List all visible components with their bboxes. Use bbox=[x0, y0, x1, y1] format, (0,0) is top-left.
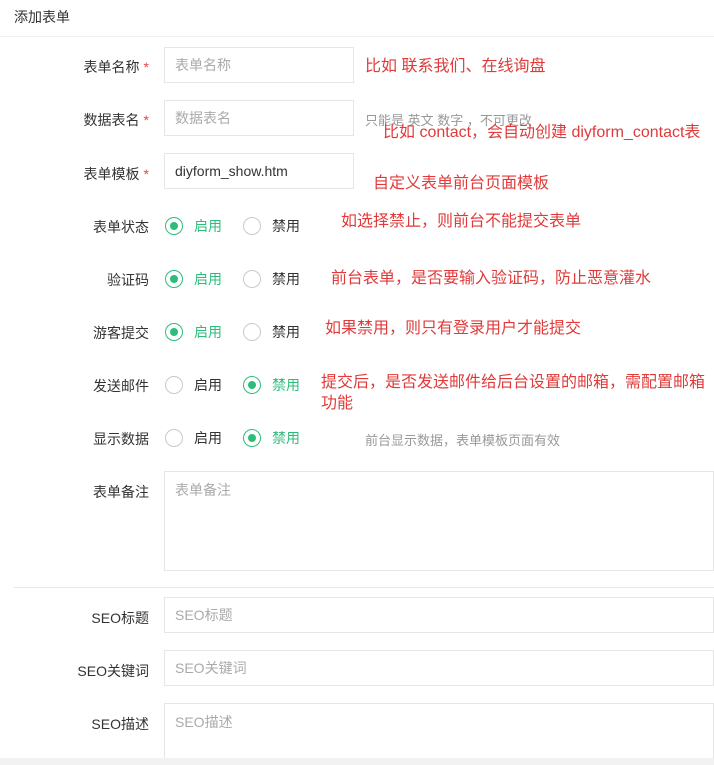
show-data-enable-radio[interactable]: 启用 bbox=[165, 428, 222, 448]
show-data-label: 显示数据 bbox=[93, 431, 149, 447]
table-name-input[interactable] bbox=[164, 100, 354, 136]
guest-submit-label: 游客提交 bbox=[93, 325, 149, 341]
seo-keywords-label: SEO关键词 bbox=[77, 663, 149, 679]
remark-textarea[interactable] bbox=[164, 471, 714, 571]
guest-submit-disable-radio[interactable]: 禁用 bbox=[243, 322, 300, 342]
radio-circle bbox=[165, 270, 183, 288]
template-label: 表单模板 * bbox=[83, 166, 149, 182]
radio-circle bbox=[243, 376, 261, 394]
send-mail-label: 发送邮件 bbox=[93, 378, 149, 394]
remark-label: 表单备注 bbox=[93, 484, 149, 500]
form-name-label: 表单名称 * bbox=[83, 59, 149, 75]
send-mail-enable-radio[interactable]: 启用 bbox=[165, 375, 222, 395]
annotation-form-name: 比如 联系我们、在线询盘 bbox=[365, 58, 546, 75]
table-name-label: 数据表名 * bbox=[83, 112, 149, 128]
radio-circle bbox=[243, 429, 261, 447]
seo-description-textarea[interactable] bbox=[164, 703, 714, 763]
radio-circle bbox=[165, 376, 183, 394]
template-input[interactable] bbox=[164, 153, 354, 189]
radio-circle bbox=[243, 270, 261, 288]
show-data-hint: 前台显示数据，表单模板页面有效 bbox=[365, 433, 561, 448]
header-bar: 添加表单 bbox=[0, 0, 714, 37]
show-data-disable-radio[interactable]: 禁用 bbox=[243, 428, 300, 448]
captcha-disable-radio[interactable]: 禁用 bbox=[243, 269, 300, 289]
status-label: 表单状态 bbox=[93, 219, 149, 235]
annotation-guest-submit: 如果禁用，则只有登录用户才能提交 bbox=[325, 320, 582, 337]
page-title: 添加表单 bbox=[14, 9, 70, 25]
annotation-table-name: 比如 contact，会自动创建 diyform_contact表 bbox=[383, 124, 701, 141]
bottom-bar bbox=[0, 758, 714, 765]
seo-title-input[interactable] bbox=[164, 597, 714, 633]
seo-description-label: SEO描述 bbox=[91, 716, 149, 732]
annotation-captcha: 前台表单，是否要输入验证码，防止恶意灌水 bbox=[331, 270, 652, 287]
required-mark: * bbox=[143, 59, 149, 75]
section-divider bbox=[14, 587, 714, 588]
status-disable-radio[interactable]: 禁用 bbox=[243, 216, 300, 236]
radio-circle bbox=[243, 323, 261, 341]
annotation-template: 自定义表单前台页面模板 bbox=[373, 175, 550, 192]
required-mark: * bbox=[143, 112, 149, 128]
radio-circle bbox=[243, 217, 261, 235]
annotation-status: 如选择禁止，则前台不能提交表单 bbox=[341, 213, 582, 230]
annotation-send-mail: 提交后，是否发送邮件给后台设置的邮箱，需配置邮箱功能 bbox=[321, 374, 706, 412]
send-mail-disable-radio[interactable]: 禁用 bbox=[243, 375, 300, 395]
radio-circle bbox=[165, 217, 183, 235]
captcha-label: 验证码 bbox=[107, 272, 149, 288]
radio-circle bbox=[165, 429, 183, 447]
captcha-enable-radio[interactable]: 启用 bbox=[165, 269, 222, 289]
seo-keywords-input[interactable] bbox=[164, 650, 714, 686]
required-mark: * bbox=[143, 166, 149, 182]
form-name-input[interactable] bbox=[164, 47, 354, 83]
seo-title-label: SEO标题 bbox=[91, 610, 149, 626]
radio-circle bbox=[165, 323, 183, 341]
status-enable-radio[interactable]: 启用 bbox=[165, 216, 222, 236]
guest-submit-enable-radio[interactable]: 启用 bbox=[165, 322, 222, 342]
